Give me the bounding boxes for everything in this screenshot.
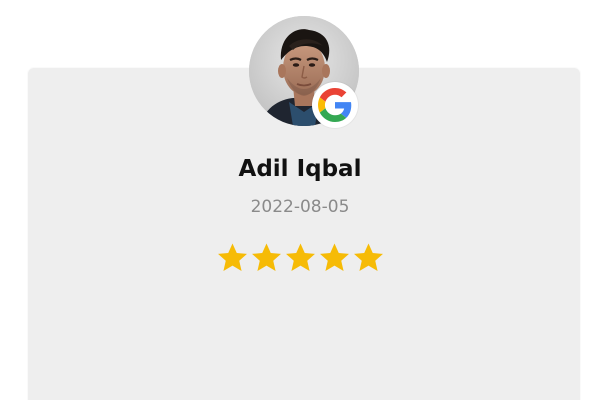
star-icon	[319, 243, 349, 271]
review-widget: Adil Iqbal 2022-08-05	[0, 0, 600, 400]
reviewer-name: Adil Iqbal	[238, 156, 362, 182]
google-icon	[318, 88, 352, 122]
google-badge	[312, 82, 358, 128]
star-rating	[0, 241, 600, 274]
star-icon	[217, 243, 247, 271]
star-icon	[251, 243, 281, 271]
review-date: 2022-08-05	[250, 197, 350, 217]
star-icon	[285, 243, 315, 271]
reviewer-avatar-wrap	[249, 16, 359, 128]
star-icon	[353, 243, 383, 271]
